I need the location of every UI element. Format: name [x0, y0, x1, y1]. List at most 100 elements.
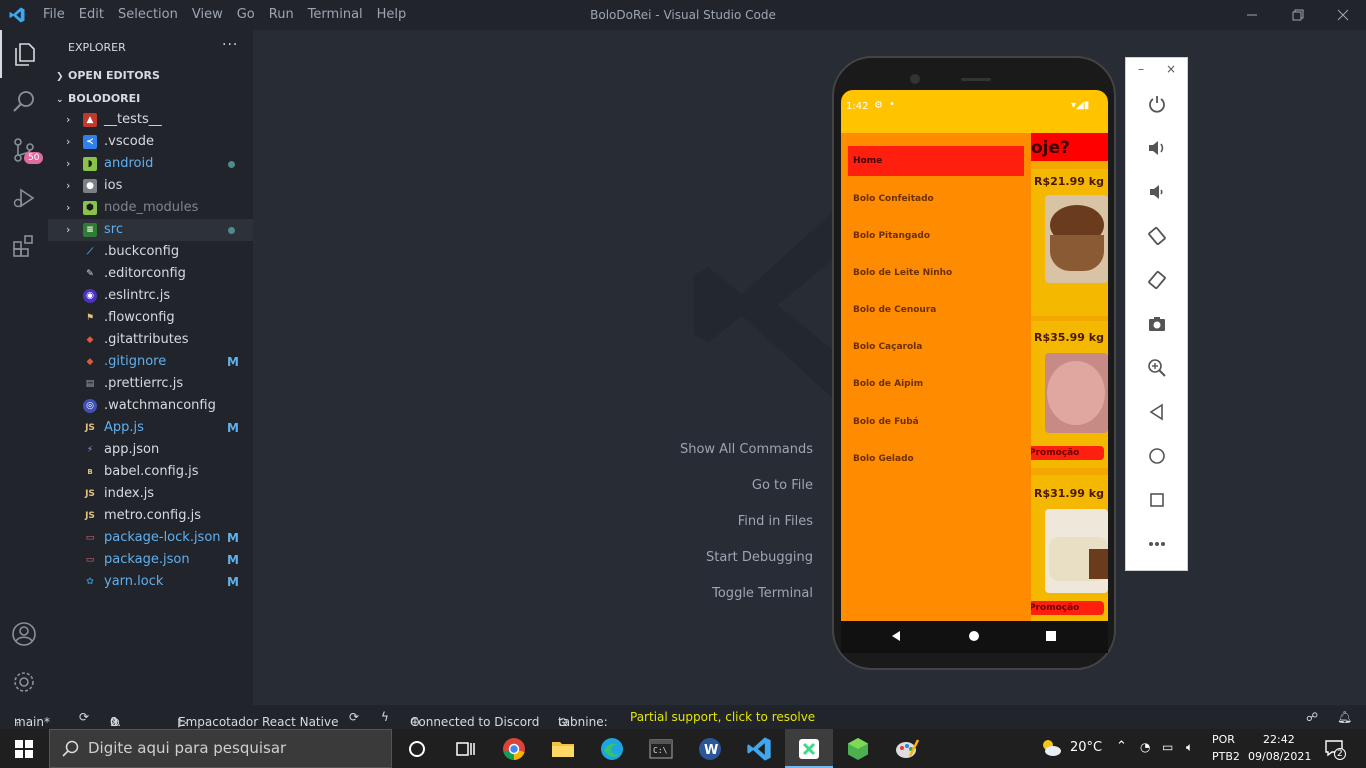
tree-item-node-modules[interactable]: › ⬢ node_modules: [48, 197, 253, 219]
feedback-icon[interactable]: ☍: [1306, 710, 1318, 724]
tree-item-gitattributes[interactable]: ◆ .gitattributes: [48, 329, 253, 351]
product-card[interactable]: R$31.99 kg Promoção: [1027, 475, 1108, 621]
debug-activity[interactable]: [0, 174, 48, 222]
scm-badge: 50: [24, 152, 44, 164]
screenshot-button[interactable]: [1145, 312, 1169, 336]
emulator-minimize-icon[interactable]: –: [1138, 62, 1144, 76]
volume-up-button[interactable]: [1145, 136, 1169, 160]
drawer-item-bolo-gelado[interactable]: Bolo Gelado: [853, 454, 914, 464]
network-icon[interactable]: ◔: [1140, 740, 1150, 754]
back-icon[interactable]: [890, 630, 902, 642]
restore-button[interactable]: [1275, 0, 1321, 30]
power-button[interactable]: [1145, 92, 1169, 116]
drawer-item-bolo-aipim[interactable]: Bolo de Aipim: [853, 379, 923, 389]
rotate-right-button[interactable]: [1145, 268, 1169, 292]
windows-start-icon[interactable]: [15, 740, 33, 758]
language-secondary[interactable]: PTB2: [1212, 750, 1240, 763]
drawer-item-bolo-pitangado[interactable]: Bolo Pitangado: [853, 231, 930, 241]
rotate-left-button[interactable]: [1145, 224, 1169, 248]
find-in-files-hint: Find in Files: [737, 514, 813, 529]
volume-down-button[interactable]: [1145, 180, 1169, 204]
drawer-item-bolo-cenoura[interactable]: Bolo de Cenoura: [853, 305, 936, 315]
tree-item-gitignore[interactable]: ◆ .gitignore M: [48, 351, 253, 373]
tree-item-editorconfig[interactable]: ✎ .editorconfig: [48, 263, 253, 285]
drawer-item-bolo-leite-ninho[interactable]: Bolo de Leite Ninho: [853, 268, 952, 278]
explorer-activity[interactable]: [0, 30, 48, 78]
drawer-item-home[interactable]: Home: [848, 146, 1024, 176]
tree-item-watchmanconfig[interactable]: ◎ .watchmanconfig: [48, 395, 253, 417]
file-explorer-icon[interactable]: [549, 735, 577, 763]
more-actions-icon[interactable]: ···: [222, 37, 238, 53]
tree-item-vscode[interactable]: › ≺ .vscode: [48, 131, 253, 153]
drawer-item-bolo-cacarola[interactable]: Bolo Caçarola: [853, 342, 922, 352]
overview-square-icon: [1150, 493, 1164, 507]
minimize-button[interactable]: [1229, 0, 1275, 30]
tree-item-android[interactable]: › ◗ android: [48, 153, 253, 175]
node-app-icon[interactable]: [844, 735, 872, 763]
tabnine-message[interactable]: Partial support, click to resolve: [630, 710, 815, 724]
display-icon[interactable]: ▭: [1162, 740, 1173, 754]
phone-screen[interactable]: 1:42 ⚙ • ▾◢▮ oje? R$21.99 kg R$35.99 kg …: [841, 90, 1108, 653]
tree-item-label: .vscode: [104, 134, 154, 149]
tree-item-src[interactable]: › ≡ src: [48, 219, 253, 241]
search-activity[interactable]: [0, 78, 48, 126]
product-card[interactable]: R$35.99 kg Promoção: [1027, 321, 1108, 468]
tree-item-metroconfig[interactable]: JS metro.config.js: [48, 505, 253, 527]
source-control-activity[interactable]: 50: [0, 126, 48, 174]
tree-item-tests[interactable]: › ▲ __tests__: [48, 109, 253, 131]
manage-activity[interactable]: [0, 658, 48, 706]
tree-item-babelconfig[interactable]: B babel.config.js: [48, 461, 253, 483]
drawer-item-bolo-fuba[interactable]: Bolo de Fubá: [853, 417, 919, 427]
emulator-more-button[interactable]: [1145, 532, 1169, 556]
drawer-item-bolo-confeitado[interactable]: Bolo Confeitado: [853, 194, 934, 204]
tree-item-prettierrc[interactable]: ▤ .prettierrc.js: [48, 373, 253, 395]
tree-item-yarnlock[interactable]: ✿ yarn.lock M: [48, 571, 253, 593]
project-section[interactable]: ⌄ BOLODOREI: [48, 88, 253, 110]
terminal-icon[interactable]: C:\: [647, 735, 675, 763]
recents-icon[interactable]: [1045, 630, 1057, 642]
tree-item-ios[interactable]: › ● ios: [48, 175, 253, 197]
lightning-icon[interactable]: ϟ: [381, 710, 389, 724]
chrome-icon[interactable]: [500, 735, 528, 763]
emulator-home-button[interactable]: [1145, 444, 1169, 468]
paint-app-icon[interactable]: [893, 735, 921, 763]
weather-icon[interactable]: [1040, 738, 1062, 758]
tray-chevron-up-icon[interactable]: ⌃: [1116, 739, 1127, 754]
tree-item-appjs[interactable]: JS App.js M: [48, 417, 253, 439]
tree-item-package-lock[interactable]: ▭ package-lock.json M: [48, 527, 253, 549]
android-emulator-icon[interactable]: [795, 735, 823, 763]
clock-time[interactable]: 22:42: [1263, 733, 1295, 746]
tree-item-indexjs[interactable]: JS index.js: [48, 483, 253, 505]
sync-icon[interactable]: ⟳: [79, 710, 89, 724]
refresh-icon[interactable]: ⟳: [349, 710, 359, 724]
tree-item-eslintrc[interactable]: ◉ .eslintrc.js: [48, 285, 253, 307]
android-folder-icon: ◗: [83, 157, 97, 171]
accounts-activity[interactable]: [0, 610, 48, 658]
emulator-close-icon[interactable]: ×: [1166, 62, 1176, 76]
tree-item-package[interactable]: ▭ package.json M: [48, 549, 253, 571]
zoom-button[interactable]: [1145, 356, 1169, 380]
emulator-back-button[interactable]: [1145, 400, 1169, 424]
task-view-icon[interactable]: [451, 735, 479, 763]
product-card[interactable]: R$21.99 kg: [1031, 169, 1108, 316]
edge-icon[interactable]: [598, 735, 626, 763]
close-button[interactable]: [1320, 0, 1366, 30]
emulator-overview-button[interactable]: [1145, 488, 1169, 512]
notifications-bell-icon[interactable]: 🔔︎: [1337, 710, 1352, 724]
weather-temp[interactable]: 20°C: [1070, 740, 1102, 755]
close-icon: [1337, 9, 1349, 21]
tree-item-appjson[interactable]: ⚡ app.json: [48, 439, 253, 461]
taskbar-search[interactable]: Digite aqui para pesquisar: [49, 729, 392, 768]
home-icon[interactable]: [968, 630, 980, 642]
speaker-icon[interactable]: 🔈︎: [1186, 740, 1193, 755]
vscode-taskbar-icon[interactable]: [745, 735, 773, 763]
open-editors-section[interactable]: ❯ OPEN EDITORS: [48, 65, 253, 87]
cortana-icon[interactable]: [403, 735, 431, 763]
extensions-activity[interactable]: [0, 222, 48, 270]
emulator-toolbar: – ×: [1125, 57, 1188, 571]
tree-item-buckconfig[interactable]: ⟋ .buckconfig: [48, 241, 253, 263]
word-app-icon[interactable]: W: [696, 735, 724, 763]
language-primary[interactable]: POR: [1212, 733, 1235, 746]
tree-item-flowconfig[interactable]: ⚑ .flowconfig: [48, 307, 253, 329]
clock-date[interactable]: 09/08/2021: [1248, 750, 1311, 763]
